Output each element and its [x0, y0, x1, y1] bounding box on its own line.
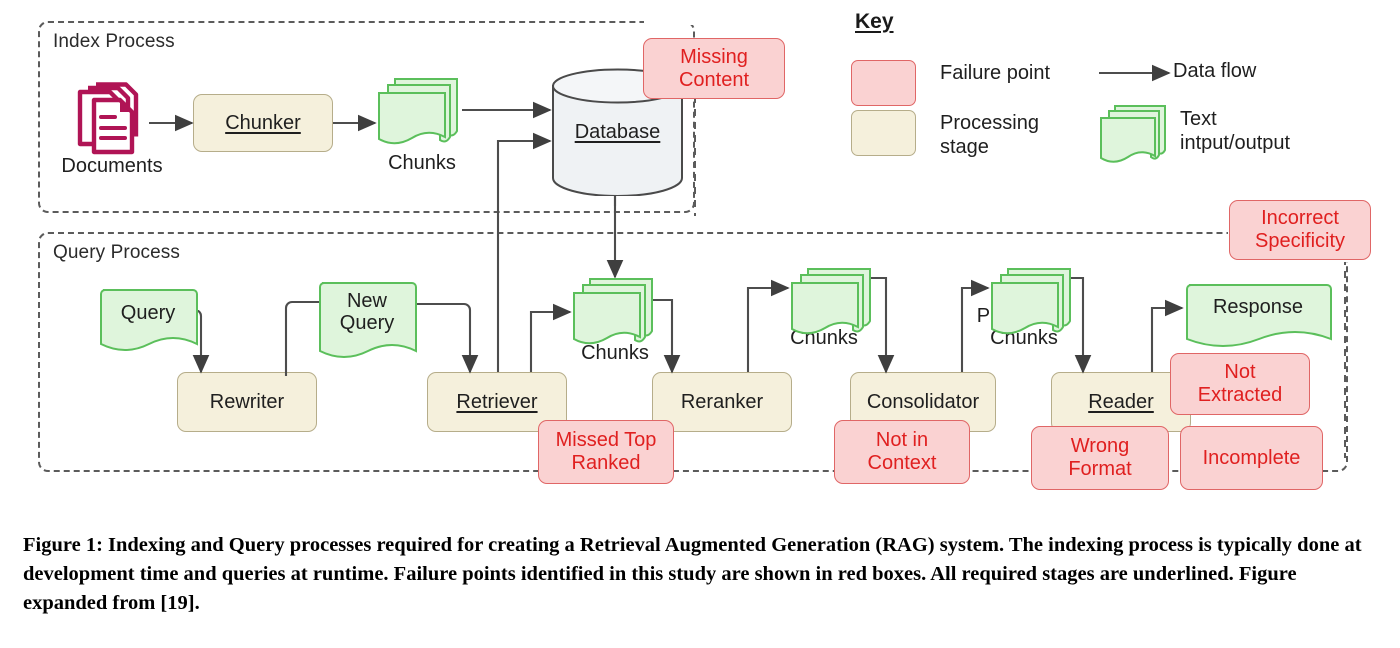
documents-label: Documents: [61, 155, 163, 177]
key-swatch-failure-point: [851, 60, 916, 106]
text-shape-chunks-query: [570, 275, 658, 353]
key-label-data-flow: Data flow: [1173, 60, 1257, 82]
key-swatch-processing-stage: [851, 110, 916, 156]
failure-incorrect-specificity[interactable]: Incorrect Specificity: [1229, 200, 1371, 260]
stage-reranker-label: Reranker: [680, 390, 764, 413]
missing-content-group-edge: [694, 96, 696, 216]
stage-chunker-label: Chunker: [225, 111, 301, 134]
data-flow-arrow-icon: [1099, 64, 1171, 82]
failure-incomplete[interactable]: Incomplete: [1180, 426, 1323, 490]
failure-not-extracted[interactable]: Not Extracted: [1170, 353, 1310, 415]
stage-reader-label: Reader: [1088, 390, 1154, 413]
failure-not-in-context[interactable]: Not in Context: [834, 420, 970, 484]
failure-missing-content-label: Missing Content: [678, 45, 750, 91]
key-text-shape-icon: [1098, 103, 1170, 167]
database-label: Database: [574, 121, 661, 143]
key-title: Key: [855, 10, 894, 33]
text-shape-query: Query: [97, 288, 199, 351]
text-shape-chunks-index: [375, 75, 463, 153]
stage-retriever-label: Retriever: [456, 390, 538, 413]
failure-missed-top-ranked-label: Missed Top Ranked: [555, 429, 657, 474]
key-label-processing-stage: Processing stage: [940, 112, 1039, 158]
stage-reranker[interactable]: Reranker: [652, 372, 792, 432]
incorrect-specificity-group-edge: [1344, 258, 1346, 458]
failure-wrong-format-label: Wrong Format: [1068, 435, 1132, 480]
failure-not-extracted-label: Not Extracted: [1197, 361, 1283, 406]
text-shape-new-query: New Query: [316, 281, 418, 359]
failure-missed-top-ranked[interactable]: Missed Top Ranked: [538, 420, 674, 484]
text-shape-processed-chunks: [988, 265, 1076, 343]
failure-missing-content[interactable]: Missing Content: [643, 38, 785, 99]
key-label-text-io: Text intput/output: [1180, 108, 1291, 154]
index-group-notch: [644, 19, 784, 25]
text-shape-response: Response: [1183, 283, 1333, 347]
failure-incomplete-label: Incomplete: [1202, 446, 1301, 469]
stage-chunker[interactable]: Chunker: [193, 94, 333, 152]
documents-icon: [74, 82, 150, 158]
figure-canvas: Index Process Query Process Documents Ch…: [0, 0, 1400, 648]
text-shape-ranked-chunks: [788, 265, 876, 343]
wire-newquery-to-retriever: [416, 302, 479, 374]
failure-not-in-context-label: Not in Context: [867, 429, 937, 474]
group-query-process-label: Query Process: [53, 242, 180, 263]
failure-incorrect-specificity-label: Incorrect Specificity: [1254, 207, 1346, 252]
text-shape-chunks-index-label: Chunks: [388, 152, 456, 174]
figure-caption: Figure 1: Indexing and Query processes r…: [23, 534, 1362, 615]
stage-rewriter-label: Rewriter: [209, 390, 285, 413]
group-index-process-label: Index Process: [53, 31, 175, 52]
failure-wrong-format[interactable]: Wrong Format: [1031, 426, 1169, 490]
key-label-failure-point: Failure point: [940, 62, 1051, 84]
stage-consolidator-label: Consolidator: [866, 390, 980, 413]
